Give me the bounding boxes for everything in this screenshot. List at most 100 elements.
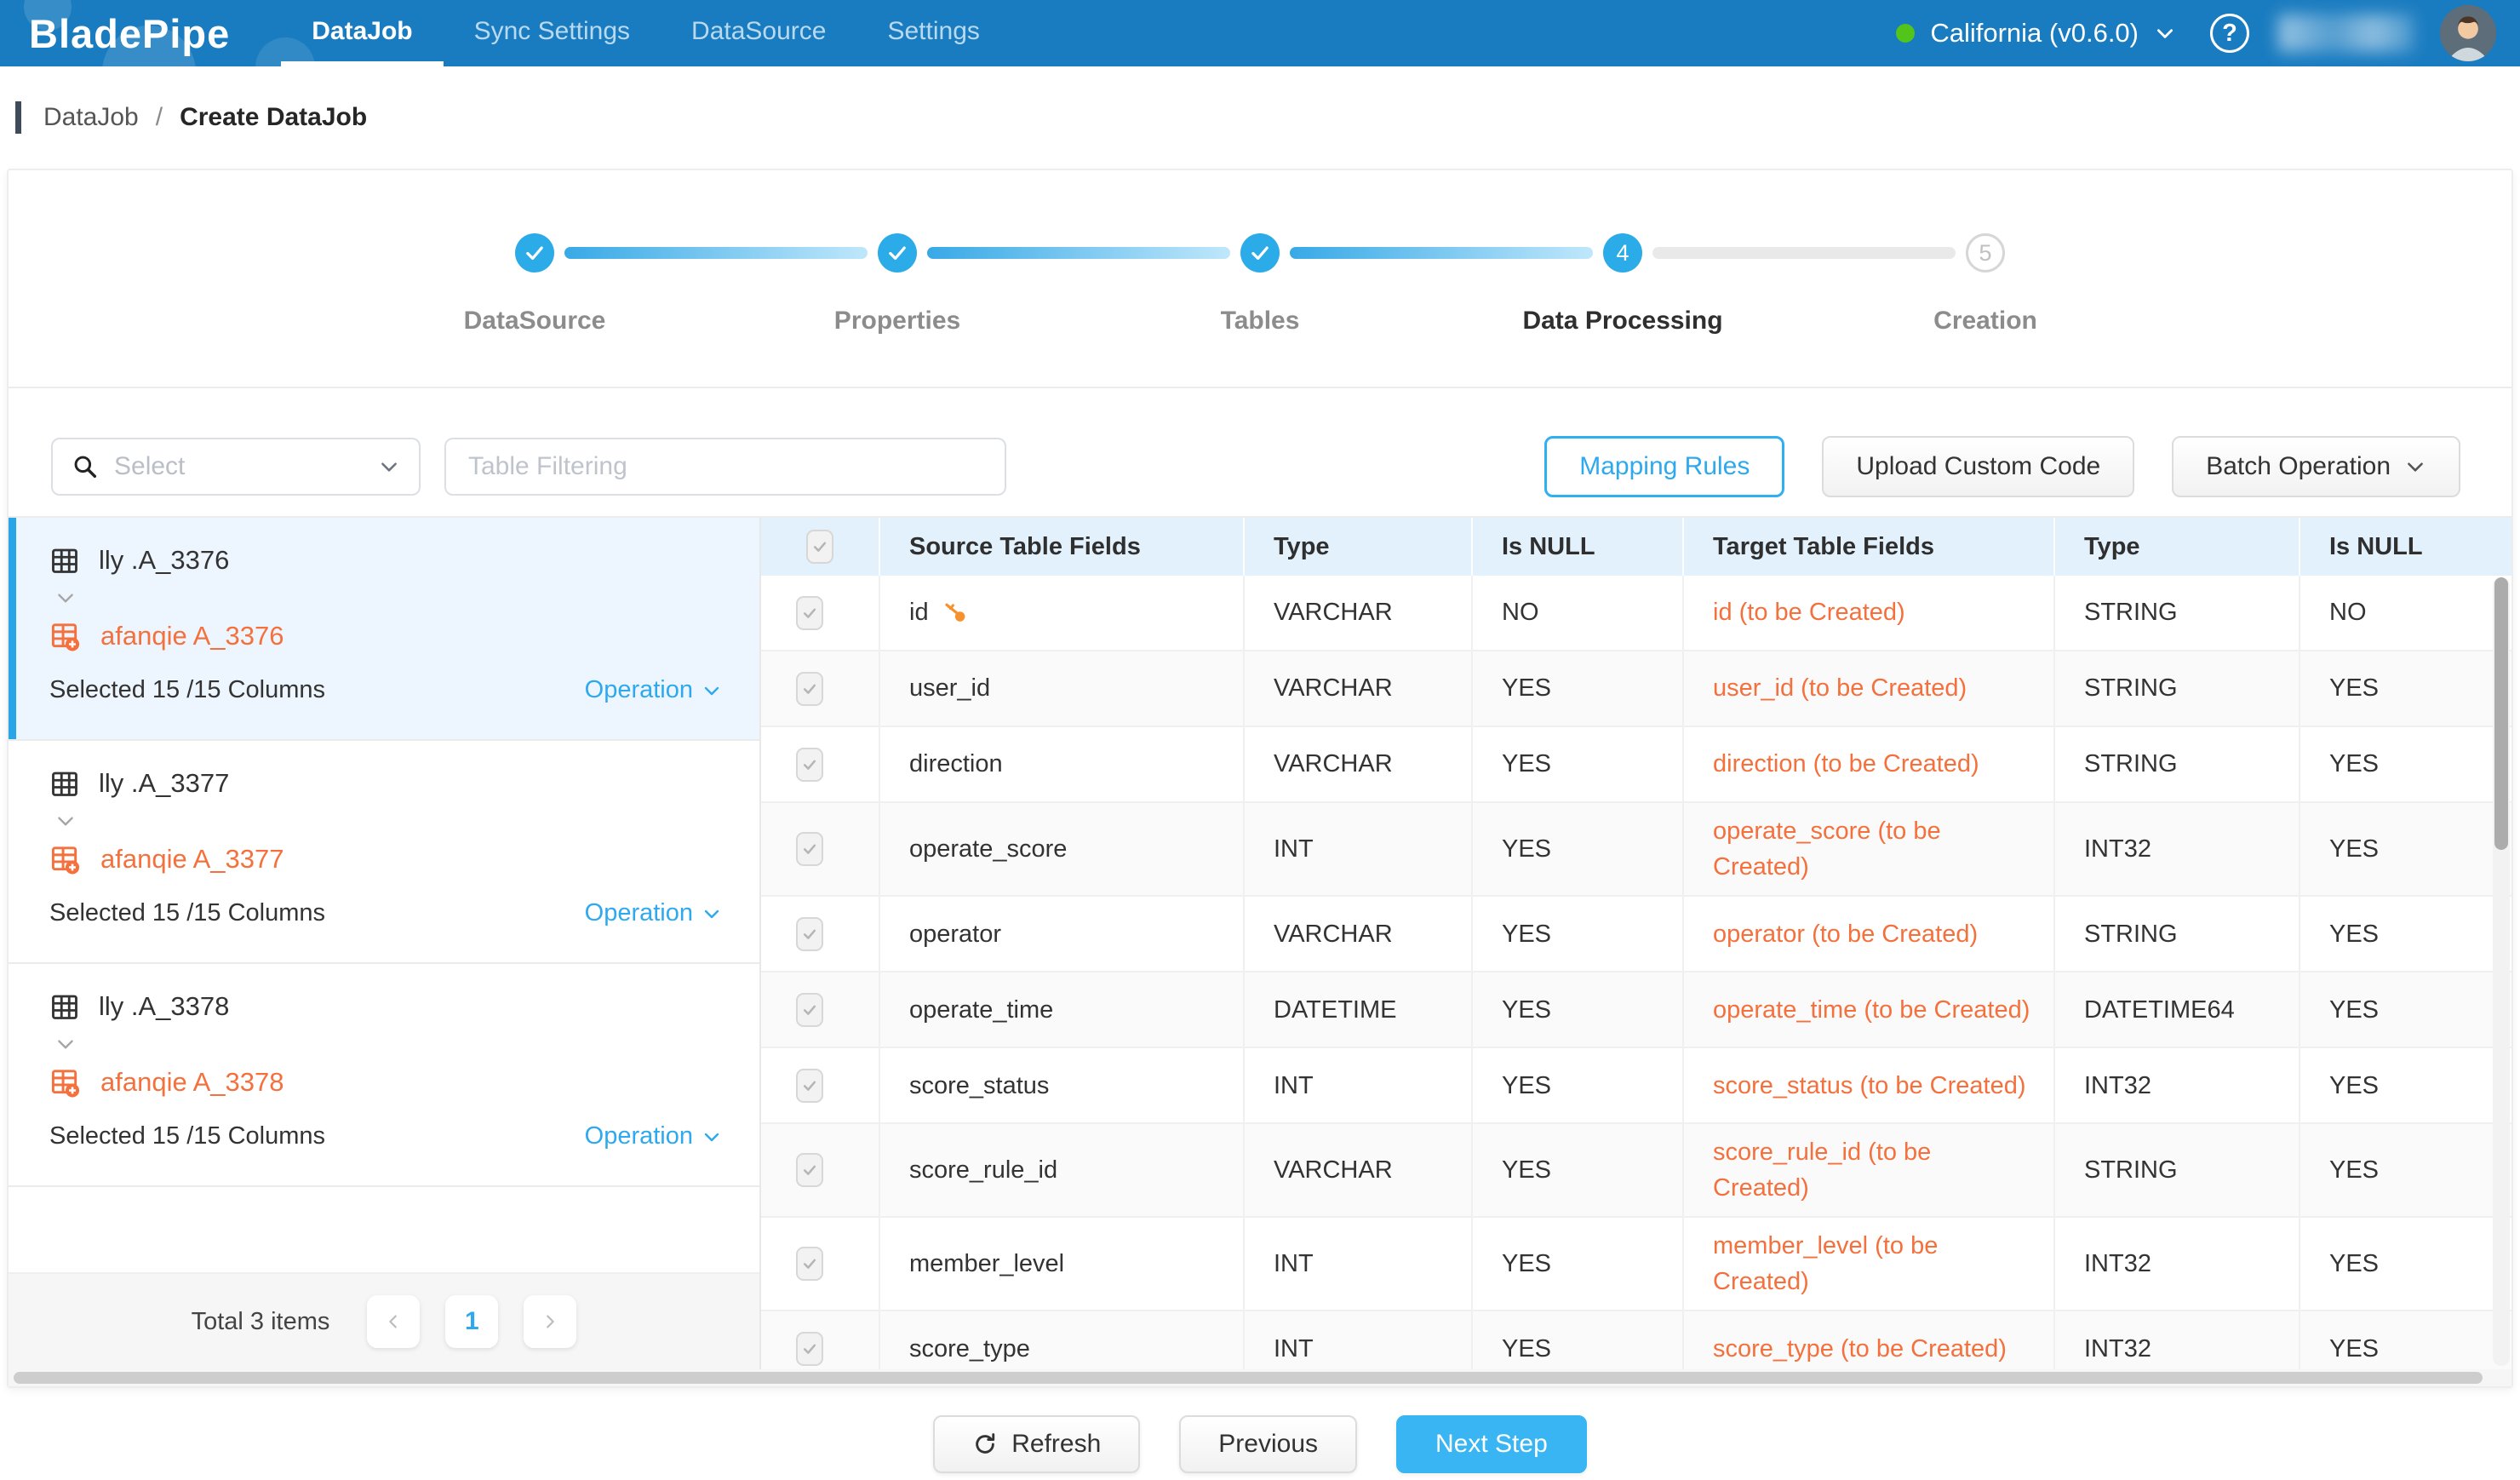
table-add-icon [49,1066,82,1099]
target-field-type: INT32 [2055,1048,2300,1122]
table-row: operate_time DATETIME YES operate_time (… [761,972,2511,1048]
table-icon [49,768,80,799]
row-checkbox[interactable] [796,832,823,866]
step-datasource: DataSource [515,233,554,272]
table-pair-item[interactable]: lly .A_3377 afanqie A_3377 Selected 15 /… [9,741,759,964]
target-field-name[interactable]: direction (to be Created) [1684,727,2055,801]
source-is-null: YES [1473,803,1684,895]
step-connector [564,247,868,259]
table-pair-item[interactable]: lly .A_3378 afanqie A_3378 Selected 15 /… [9,964,759,1187]
previous-button[interactable]: Previous [1179,1415,1357,1473]
row-checkbox[interactable] [796,672,823,706]
table-row: operator VARCHAR YES operator (to be Cre… [761,897,2511,972]
nav-item-sync-settings[interactable]: Sync Settings [444,0,661,66]
target-is-null: YES [2300,651,2511,726]
column-header: Source Table Fields [880,518,1245,576]
target-is-null: YES [2300,1124,2511,1216]
target-is-null: NO [2300,576,2511,650]
source-field-type: VARCHAR [1245,1124,1473,1216]
source-table-row: lly .A_3378 [49,991,729,1022]
target-field-name[interactable]: operate_time (to be Created) [1684,972,2055,1047]
row-checkbox[interactable] [796,1069,823,1103]
table-row: score_status INT YES score_status (to be… [761,1048,2511,1124]
breadcrumb-separator: / [156,103,163,132]
row-checkbox[interactable] [796,993,823,1027]
next-page-button[interactable] [524,1295,576,1348]
page-number-button[interactable]: 1 [445,1295,498,1348]
row-checkbox[interactable] [796,748,823,782]
table-select-dropdown[interactable]: Select [51,438,421,496]
step-data-processing: 4 Data Processing [1603,233,1642,272]
horizontal-scrollbar[interactable] [9,1369,2511,1386]
row-checkbox[interactable] [796,1153,823,1187]
avatar[interactable] [2440,5,2496,61]
target-is-null: YES [2300,972,2511,1047]
target-table-name: afanqie A_3377 [100,844,284,875]
source-field-name: direction [909,746,1003,782]
source-table-row: lly .A_3377 [49,768,729,799]
region-selector[interactable]: California (v0.6.0) [1896,18,2176,49]
source-field-name: operate_score [909,831,1067,867]
source-field-type: VARCHAR [1245,727,1473,801]
target-field-type: INT32 [2055,1218,2300,1310]
vertical-scrollbar-thumb[interactable] [2494,577,2508,850]
chevron-down-icon [702,680,722,701]
target-table-name: afanqie A_3376 [100,621,284,651]
table-list-pagination: Total 3 items 1 [9,1272,759,1369]
source-field-type: VARCHAR [1245,651,1473,726]
source-field-name: score_status [909,1068,1049,1104]
upload-custom-code-button[interactable]: Upload Custom Code [1822,436,2134,497]
expand-chevron-icon[interactable] [53,1034,729,1056]
target-field-name[interactable]: member_level (to be Created) [1684,1218,2055,1310]
step-check-icon [878,233,917,272]
search-icon [72,453,99,480]
row-checkbox[interactable] [796,1247,823,1281]
chevron-down-icon [2154,22,2176,44]
table-filtering-input[interactable] [444,438,1006,496]
operation-dropdown[interactable]: Operation [585,1122,722,1150]
row-checkbox[interactable] [796,1332,823,1366]
table-pair-item[interactable]: lly .A_3376 afanqie A_3376 Selected 15 /… [9,518,759,741]
source-is-null: YES [1473,972,1684,1047]
horizontal-scrollbar-thumb[interactable] [14,1372,2483,1384]
mapping-rules-button[interactable]: Mapping Rules [1544,436,1784,497]
step-number: 5 [1966,233,2005,272]
target-field-type: STRING [2055,897,2300,971]
chevron-down-icon [378,456,400,478]
target-field-name[interactable]: id (to be Created) [1684,576,2055,650]
expand-chevron-icon[interactable] [53,811,729,833]
breadcrumb-parent[interactable]: DataJob [43,103,139,132]
refresh-icon [972,1431,998,1457]
source-field-type: DATETIME [1245,972,1473,1047]
primary-key-icon [942,599,968,625]
source-field-name: operator [909,916,1001,952]
target-field-name[interactable]: score_status (to be Created) [1684,1048,2055,1122]
main-card: DataSource Properties Tables 4 Data Proc… [7,169,2513,1388]
row-checkbox[interactable] [796,917,823,951]
select-all-checkbox[interactable] [806,530,833,564]
table-row: direction VARCHAR YES direction (to be C… [761,727,2511,803]
table-row: member_level INT YES member_level (to be… [761,1218,2511,1311]
operation-dropdown[interactable]: Operation [585,899,722,927]
nav-item-datasource[interactable]: DataSource [661,0,856,66]
selected-columns-label: Selected 15 /15 Columns [49,676,325,704]
target-is-null: YES [2300,727,2511,801]
operation-dropdown[interactable]: Operation [585,676,722,704]
target-field-name[interactable]: operate_score (to be Created) [1684,803,2055,895]
vertical-scrollbar[interactable] [2493,577,2510,1366]
row-checkbox[interactable] [796,596,823,630]
refresh-button[interactable]: Refresh [933,1415,1140,1473]
next-step-button[interactable]: Next Step [1396,1415,1587,1473]
target-field-name[interactable]: operator (to be Created) [1684,897,2055,971]
column-header: Target Table Fields [1684,518,2055,576]
target-field-name[interactable]: score_rule_id (to be Created) [1684,1124,2055,1216]
wizard-stepper: DataSource Properties Tables 4 Data Proc… [9,170,2511,388]
help-icon[interactable]: ? [2210,14,2249,53]
target-field-name[interactable]: user_id (to be Created) [1684,651,2055,726]
expand-chevron-icon[interactable] [53,588,729,610]
nav-item-settings[interactable]: Settings [856,0,1010,66]
prev-page-button[interactable] [367,1295,420,1348]
source-field-type: VARCHAR [1245,897,1473,971]
nav-item-datajob[interactable]: DataJob [281,0,443,66]
batch-operation-button[interactable]: Batch Operation [2172,436,2460,497]
